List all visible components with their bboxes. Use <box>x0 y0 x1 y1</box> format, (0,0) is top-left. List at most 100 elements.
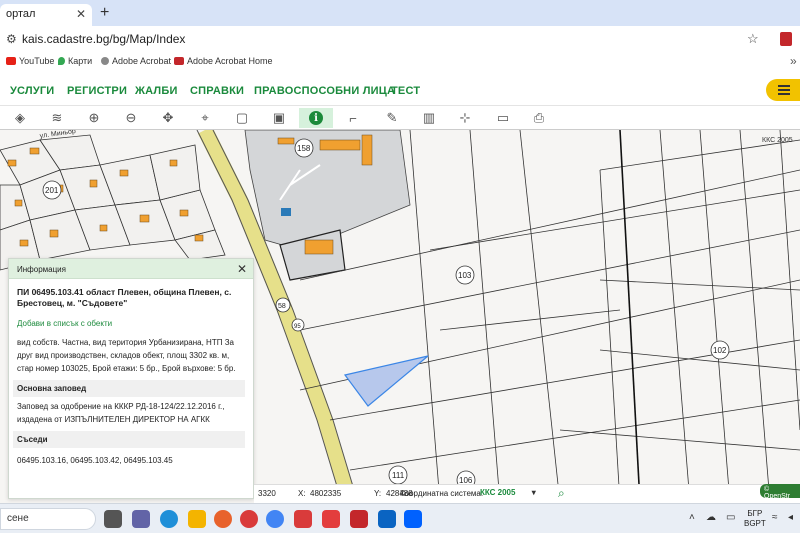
tab-title: ортал <box>6 8 36 20</box>
firefox-icon[interactable] <box>214 510 232 528</box>
nav-item-references[interactable]: СПРАВКИ <box>190 85 244 97</box>
nav-item-services[interactable]: УСЛУГИ <box>10 85 54 97</box>
new-tab-button[interactable]: + <box>100 4 109 22</box>
info-tool-button[interactable]: i <box>299 108 333 128</box>
url-field[interactable]: kais.cadastre.bg/bg/Map/Index <box>22 32 185 46</box>
more-bookmarks-icon[interactable]: » <box>790 54 797 68</box>
partial-coordinate: 3320 <box>258 489 276 498</box>
neighbors-list: 06495.103.16, 06495.103.42, 06495.103.45 <box>17 456 173 465</box>
x-label: X: <box>298 489 306 498</box>
teams-icon[interactable] <box>132 510 150 528</box>
taskbar: сене ˄ ☁ ▭ БГР BGPT ≈ ◂ <box>0 503 800 533</box>
task-view-icon[interactable] <box>104 510 122 528</box>
select-rect-icon[interactable]: ▢ <box>231 108 253 128</box>
y-label: Y: <box>374 489 382 498</box>
coordinate-system-select[interactable]: ККС 2005 ▾ <box>480 488 536 497</box>
cloud-icon[interactable]: ☁ <box>706 512 716 523</box>
language-indicator[interactable]: БГР BGPT <box>744 509 766 529</box>
info-panel: Информация ✕ ПИ 06495.103.41 област Плев… <box>8 258 254 499</box>
add-to-list-link[interactable]: Добави в списък с обекти <box>17 317 245 330</box>
parcel-label-201: 201 <box>45 186 59 195</box>
wifi-icon[interactable]: ≈ <box>772 512 778 523</box>
app-icon[interactable] <box>240 510 258 528</box>
osm-attribution[interactable]: © OpenStr <box>760 484 800 500</box>
site-info-icon[interactable]: ⚙ <box>6 32 17 46</box>
bookmark-label: Adobe Acrobat Home <box>187 56 273 66</box>
nav-item-licensed-persons[interactable]: ПРАВОСПОСОБНИ ЛИЦА <box>254 85 395 97</box>
globe-icon <box>101 57 109 65</box>
bookmark-youtube[interactable]: YouTube <box>6 56 54 66</box>
browser-tab-strip: ортал ✕ + <box>0 0 800 26</box>
cs-label: Координатна система: <box>400 489 484 498</box>
network-icon[interactable]: ▭ <box>726 512 735 523</box>
app-icon[interactable] <box>322 510 340 528</box>
pan-icon[interactable]: ✥ <box>157 108 179 128</box>
file-explorer-icon[interactable] <box>188 510 206 528</box>
close-icon[interactable]: ✕ <box>76 7 86 21</box>
menu-button[interactable] <box>766 79 800 101</box>
bookmark-adobe-acrobat[interactable]: Adobe Acrobat <box>101 56 171 66</box>
layers-icon[interactable]: ◈ <box>9 108 31 128</box>
acrobat-icon <box>174 57 184 65</box>
bookmark-label: YouTube <box>19 56 55 66</box>
hamburger-line <box>778 85 790 87</box>
bookmark-adobe-acrobat-home[interactable]: Adobe Acrobat Home <box>174 56 273 66</box>
nav-item-registers[interactable]: РЕГИСТРИ <box>67 85 127 97</box>
info-panel-body: ПИ 06495.103.41 област Плевен, община Пл… <box>9 279 253 473</box>
select-rect-plus-icon[interactable]: ▣ <box>268 108 290 128</box>
dropbox-icon[interactable] <box>404 510 422 528</box>
acrobat-icon[interactable] <box>350 510 368 528</box>
split-icon[interactable]: ⊹ <box>454 108 476 128</box>
ruler-icon[interactable]: ▭ <box>492 108 514 128</box>
maps-pin-icon <box>58 57 65 65</box>
zoom-out-icon[interactable]: ⊖ <box>120 108 142 128</box>
x-value: 4802335 <box>310 489 342 498</box>
draw-icon[interactable]: ✎ <box>381 108 403 128</box>
stack-icon[interactable]: ≋ <box>46 108 68 128</box>
browser-tab[interactable]: ортал ✕ <box>0 4 92 26</box>
site-nav: УСЛУГИ РЕГИСТРИ ЖАЛБИ СПРАВКИ ПРАВОСПОСО… <box>0 72 800 106</box>
info-panel-header: Информация ✕ <box>9 259 253 279</box>
parcel-label-158: 158 <box>297 144 311 153</box>
acrobat-extension-icon[interactable] <box>780 32 792 46</box>
measure-icon[interactable]: ⌐ <box>342 108 364 128</box>
parcel-description: вид собств. Частна, вид територия Урбани… <box>17 338 236 373</box>
poi-marker-icon[interactable] <box>281 208 291 216</box>
road-label-95: 95 <box>294 324 301 330</box>
road-label-58: 58 <box>278 303 286 310</box>
parcel-title: ПИ 06495.103.41 област Плевен, община Пл… <box>17 287 232 308</box>
location-pin-icon[interactable]: ⌖ <box>194 108 216 128</box>
bookmarks-bar: YouTube Карти Adobe Acrobat Adobe Acroba… <box>0 52 800 72</box>
map-icon[interactable]: ▥ <box>418 108 440 128</box>
volume-icon[interactable]: ◂ <box>788 512 793 523</box>
order-text: Заповед за одобрение на КККР РД-18-124/2… <box>17 402 225 424</box>
bookmark-maps[interactable]: Карти <box>58 56 92 66</box>
chevron-down-icon: ▾ <box>531 488 536 497</box>
bookmark-star-icon[interactable]: ☆ <box>747 31 759 47</box>
hamburger-line <box>778 89 790 91</box>
hamburger-line <box>778 93 790 95</box>
search-icon[interactable]: ⌕ <box>558 486 565 501</box>
info-icon: i <box>309 111 323 125</box>
parcel-label-103: 103 <box>458 271 472 280</box>
lang-bottom: BGPT <box>744 519 766 528</box>
lang-top: БГР <box>747 509 763 518</box>
print-icon[interactable]: ⎙ <box>528 108 550 128</box>
chrome-icon[interactable] <box>266 510 284 528</box>
edge-icon[interactable] <box>160 510 178 528</box>
parcel-label-111: 111 <box>392 471 405 480</box>
chevron-up-icon[interactable]: ˄ <box>689 512 695 523</box>
nav-item-test[interactable]: ТЕСТ <box>391 85 420 97</box>
bookmark-label: Adobe Acrobat <box>112 56 172 66</box>
zoom-in-icon[interactable]: ⊕ <box>83 108 105 128</box>
parcel-label-102: 102 <box>713 346 727 355</box>
anydesk-icon[interactable] <box>294 510 312 528</box>
outlook-icon[interactable] <box>378 510 396 528</box>
order-heading: Основна заповед <box>13 380 245 397</box>
nav-item-complaints[interactable]: ЖАЛБИ <box>135 85 178 97</box>
map-toolbar: ◈ ≋ ⊕ ⊖ ✥ ⌖ ▢ ▣ i ⌐ ✎ ▥ ⊹ ▭ ⎙ <box>0 106 800 130</box>
info-panel-title: Информация <box>17 265 66 274</box>
taskbar-search[interactable]: сене <box>0 508 96 530</box>
close-icon[interactable]: ✕ <box>237 262 247 276</box>
map-status-bar: 3320 X: 4802335 Y: 428488 Координатна си… <box>254 484 800 503</box>
